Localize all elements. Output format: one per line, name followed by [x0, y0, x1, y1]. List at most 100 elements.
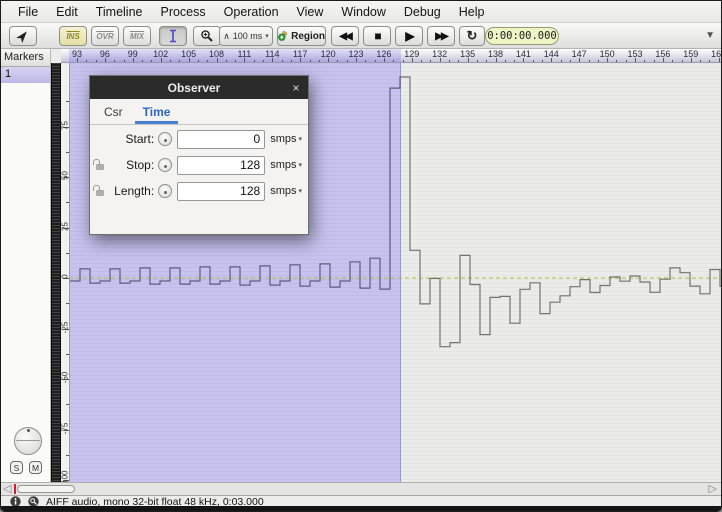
solo-button[interactable]: S [10, 461, 23, 474]
window-frame-bottom [1, 506, 722, 512]
length-input[interactable] [177, 182, 265, 201]
ruler-tick [505, 60, 506, 62]
ruler-label: 114 [265, 49, 279, 59]
chevron-down-icon: ▾ [265, 32, 269, 40]
vertical-zoom-scrollbar[interactable] [51, 63, 61, 482]
ibeam-select-tool-button[interactable] [159, 26, 187, 46]
ruler-tick [114, 60, 115, 62]
spin-knob-icon[interactable] [158, 132, 172, 146]
mute-button[interactable]: M [29, 461, 42, 474]
play-button[interactable]: ▶ [395, 26, 423, 46]
unit-dropdown[interactable]: smps [270, 159, 296, 171]
menu-item-timeline[interactable]: Timeline [87, 2, 152, 22]
menu-item-view[interactable]: View [288, 2, 333, 22]
observer-row-start: Start:smps▾ [94, 127, 302, 151]
ruler-tick [96, 60, 97, 62]
magnifier-icon [200, 29, 214, 43]
ruler-tick [477, 60, 478, 62]
toolbar: INS OVR MIX ∧ 100 ms ▾ [1, 23, 722, 49]
menu-item-window[interactable]: Window [332, 2, 394, 22]
ruler-tick [598, 60, 599, 62]
close-icon[interactable]: × [284, 81, 308, 95]
solo-label: S [14, 463, 20, 473]
pointer-tool-button[interactable] [9, 26, 37, 46]
ruler-tick [235, 60, 236, 62]
spin-knob-icon[interactable] [158, 158, 172, 172]
zoom-tool-button[interactable] [193, 26, 221, 46]
ruler-tick [570, 60, 571, 62]
menu-item-operation[interactable]: Operation [215, 2, 288, 22]
menu-item-debug[interactable]: Debug [395, 2, 450, 22]
observer-title-bar[interactable]: Observer × [90, 76, 308, 99]
overwrite-mode-button[interactable]: OVR [91, 26, 119, 46]
ruler-label: 99 [128, 49, 138, 59]
rewind-button[interactable]: ◀◀ [331, 26, 359, 46]
time-display: 0:00:00.000 [485, 27, 559, 45]
timeline-ruler[interactable]: 9396991021051081111141171201231261291321… [61, 49, 722, 63]
fast-forward-button[interactable]: ▶▶ [427, 26, 455, 46]
ruler-label: 93 [72, 49, 82, 59]
ruler-label: 156 [655, 49, 670, 59]
mix-mode-button[interactable]: MIX [123, 26, 151, 46]
ruler-tick [393, 60, 394, 62]
ruler-tick [198, 60, 199, 62]
toolbar-overflow-caret-icon[interactable]: ▼ [705, 30, 715, 41]
insert-mode-button[interactable]: INS [59, 26, 87, 46]
ruler-tick [589, 60, 590, 62]
ruler-label: 132 [432, 49, 447, 59]
scrollbar-thumb[interactable] [17, 485, 75, 493]
observer-tab-csr[interactable]: Csr [96, 99, 131, 124]
ruler-label: 111 [238, 49, 252, 59]
duration-combo[interactable]: ∧ 100 ms ▾ [219, 26, 273, 46]
start-input[interactable] [177, 130, 265, 149]
region-label: Region [291, 31, 325, 42]
pan-knob[interactable] [14, 427, 42, 455]
stop-input[interactable] [177, 156, 265, 175]
unit-dropdown[interactable]: smps [270, 133, 296, 145]
chevron-down-icon: ▾ [298, 187, 302, 195]
ruler-label: 120 [321, 49, 336, 59]
menu-item-edit[interactable]: Edit [47, 2, 87, 22]
loop-icon: ↻ [467, 28, 478, 44]
ruler-tick [616, 60, 617, 62]
ruler-tick [151, 60, 152, 62]
scroll-left-icon[interactable]: ◁ [3, 482, 11, 495]
observer-row-stop: Stop:smps▾ [94, 153, 302, 177]
loop-button[interactable]: ↻ [459, 26, 485, 46]
fast-forward-icon: ▶▶ [435, 31, 446, 42]
ruler-label: 144 [544, 49, 559, 59]
observer-tab-time[interactable]: Time [135, 99, 179, 124]
ruler-label: 96 [100, 49, 110, 59]
field-label: Start: [107, 132, 154, 146]
scroll-right-icon[interactable]: ▷ [709, 482, 717, 495]
field-label: Stop: [107, 158, 154, 172]
markers-header[interactable]: Markers [1, 49, 50, 67]
ruler-tick [291, 60, 292, 62]
ibeam-cursor-icon [167, 29, 179, 43]
lock-icon[interactable] [94, 160, 107, 170]
ruler-tick [179, 60, 180, 62]
horizontal-scrollbar[interactable]: ◁ ▷ [1, 482, 722, 495]
region-button[interactable]: Region [277, 26, 326, 46]
amplitude-scale: 7550250-25-50-75-100 [61, 63, 69, 482]
observer-fields: Start:smps▾Stop:smps▾Length:smps▾ [90, 127, 308, 203]
pointer-arrow-icon [16, 29, 30, 43]
ruler-tick [458, 60, 459, 62]
ruler-label: 129 [404, 49, 419, 59]
app-window: FileEditTimelineProcessOperationViewWind… [0, 0, 722, 512]
mix-mode-label: MIX [130, 32, 144, 41]
spin-knob-icon[interactable] [158, 184, 172, 198]
menu-item-process[interactable]: Process [151, 2, 214, 22]
ruler-tick [124, 60, 125, 62]
play-icon: ▶ [405, 29, 412, 43]
stop-button[interactable]: ■ [363, 26, 391, 46]
overwrite-mode-label: OVR [96, 32, 113, 41]
menu-item-help[interactable]: Help [450, 2, 494, 22]
ruler-tick [421, 60, 422, 62]
unit-dropdown[interactable]: smps [270, 185, 296, 197]
ruler-tick [644, 60, 645, 62]
ruler-tick [86, 60, 87, 62]
menu-item-file[interactable]: File [9, 2, 47, 22]
marker-item[interactable]: 1 [1, 67, 50, 83]
lock-icon[interactable] [94, 186, 107, 196]
